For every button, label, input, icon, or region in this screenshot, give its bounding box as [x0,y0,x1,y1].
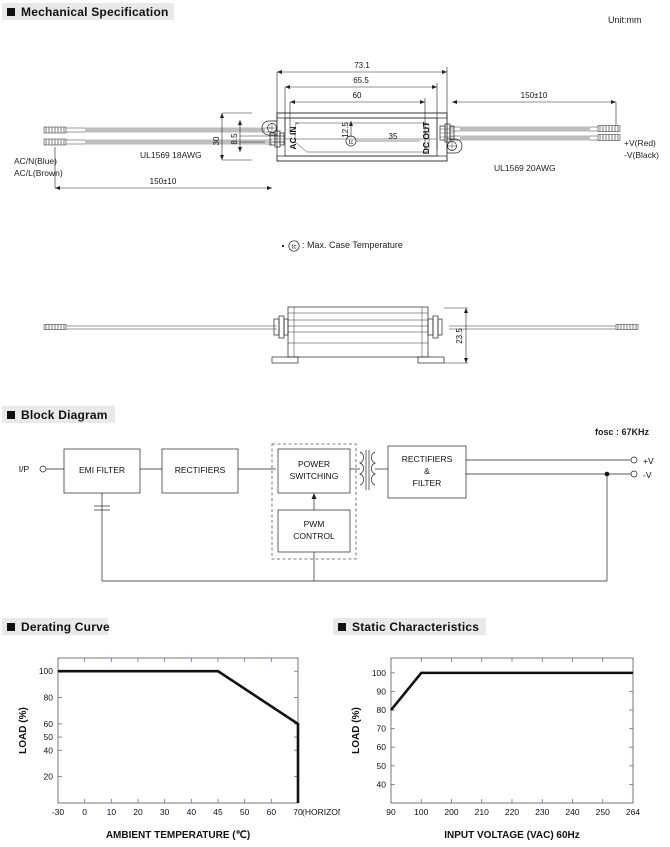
block-label-pwm-2: CONTROL [293,531,335,541]
block-label-rect1: RECTIFIERS [175,465,226,475]
label-input: I/P [19,464,30,474]
y-tick-label: 60 [44,719,54,729]
x-tick-label: 210 [475,807,489,817]
dim-12-5: 12.5 [341,122,350,138]
section-title-mechanical: Mechanical Specification [21,4,169,19]
section-title-static: Static Characteristics [352,619,480,634]
y-tick-label: 50 [44,732,54,742]
x-axis-title: INPUT VOLTAGE (VAC) 60Hz [444,830,580,841]
chart-plot-frame [390,657,634,804]
section-bullet-icon [7,410,15,419]
y-axis-title: LOAD (%) [351,707,362,754]
x-tick-label: 40 [187,807,197,817]
x-tick-label: 60 [267,807,277,817]
y-tick-label: 70 [377,724,387,734]
mechanical-top-view: 73.1 65.5 60 150±10 30 8.5 150±10 AC IN … [43,61,621,190]
x-tick-label: 10 [107,807,117,817]
section-bullet-icon [7,7,15,16]
x-axis-title: AMBIENT TEMPERATURE (℃) [106,830,250,841]
y-tick-label: 60 [377,742,387,752]
x-tick-label: 90 [386,807,396,817]
output-label-neg: -V [643,470,652,480]
section-title-derating: Derating Curve [21,619,110,634]
static-characteristics-chart: 40 50 60 70 80 90 100 90 100 200 210 220 230 240 250 26… [351,657,640,841]
dim-60: 60 [353,91,362,100]
label-v-pos: +V(Red) [624,138,656,148]
y-tick-label: 100 [372,668,386,678]
x-tick-label: 230 [535,807,549,817]
tc-marker-label: tc [349,140,354,146]
block-label-pwm-1: PWM [304,519,325,529]
y-tick-label: 100 [39,666,53,676]
dim-8-5: 8.5 [230,133,239,145]
section-bullet-icon [338,622,346,631]
dim-65-5: 65.5 [353,76,369,85]
label-v-neg: -V(Black) [624,150,659,160]
case-body: AC IN DC OUT tc 12.5 35 [240,112,463,162]
unit-note: Unit:mm [608,15,642,25]
label-ac-l: AC/L(Brown) [14,168,63,178]
x-tick-label: 220 [505,807,519,817]
dim-150-left: 150±10 [150,177,177,186]
svg-text:tc: tc [292,245,297,251]
section-header-static: Static Characteristics [333,618,486,635]
fosc-label: fosc : 67KHz [595,427,650,437]
block-diagram-svg: I/P EMI FILTER RECTIFIERS POWER SWITCHIN… [19,443,654,582]
y-tick-label: 90 [377,686,387,696]
x-tick-label: 100 [414,807,428,817]
output-label-pos: +V [643,456,654,466]
label-wire-out: UL1569 20AWG [494,163,556,173]
y-tick-label: 50 [377,761,387,771]
chart-plot-frame [57,657,299,804]
label-dc-out: DC OUT [421,121,431,154]
y-tick-label: 80 [44,693,54,703]
x-tick-label: 240 [565,807,579,817]
x-tick-label: 264 [626,807,640,817]
label-ac-in: AC IN [288,126,298,149]
section-bullet-icon [7,622,15,631]
datasheet-page: Mechanical Specification Unit:mm 73.1 65… [0,0,670,847]
x-tick-label: 50 [240,807,250,817]
x-tick-label: 250 [596,807,610,817]
y-tick-label: 40 [377,779,387,789]
block-label-rect2-1: RECTIFIERS [402,454,453,464]
x-tick-label: 200 [444,807,458,817]
block-label-emi: EMI FILTER [79,465,125,475]
y-tick-label: 20 [44,772,54,782]
block-label-rect2-2: & [424,466,430,476]
dim-30: 30 [212,136,221,145]
y-tick-label: 80 [377,705,387,715]
x-tick-label: -30 [52,807,65,817]
block-label-power-1: POWER [298,459,330,469]
section-header-mechanical: Mechanical Specification [2,3,174,20]
section-title-block: Block Diagram [21,407,108,422]
data-curve [58,669,300,803]
dim-35: 35 [389,132,398,141]
data-curve [389,671,633,711]
block-label-rect2-3: FILTER [413,478,442,488]
x-tick-label: 0 [82,807,87,817]
section-header-derating: Derating Curve [2,618,110,635]
mechanical-side-view: 23.5 [43,306,639,364]
x-tick-label: 30 [160,807,170,817]
label-wire-in: UL1569 18AWG [140,150,202,160]
section-header-block: Block Diagram [2,406,115,423]
dim-23-5: 23.5 [455,328,464,344]
label-ac-n: AC/N(Blue) [14,156,57,166]
y-axis-title: LOAD (%) [18,707,29,754]
output-wires [450,125,621,141]
tc-note-text: : Max. Case Temperature [302,240,403,250]
x-tick-label: 20 [133,807,143,817]
block-label-power-2: SWITCHING [290,471,339,481]
y-tick-label: 40 [44,745,54,755]
dim-150-right: 150±10 [521,91,548,100]
derating-curve-chart: 2040506080100-30 0 10 20 30 40 45 50 60 70AMBIENT… [18,657,340,841]
dim-73-1: 73.1 [354,61,370,70]
x-tick-label: 45 [213,807,223,817]
